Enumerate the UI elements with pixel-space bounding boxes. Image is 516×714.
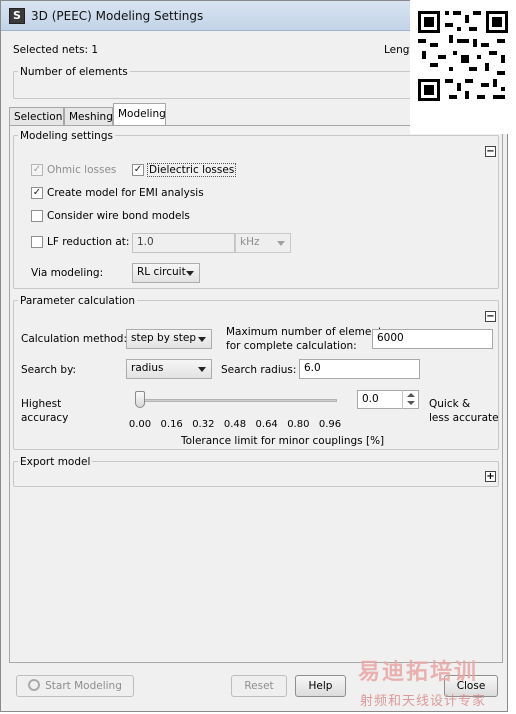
chevron-down-icon xyxy=(186,271,194,276)
start-modeling-button[interactable]: Start Modeling xyxy=(16,675,134,697)
tab-selection-label: Selection xyxy=(14,111,63,123)
highest-accuracy-label-line2: accuracy xyxy=(21,412,69,424)
qr-code-image xyxy=(410,0,516,134)
selected-nets-label: Selected nets: 1 xyxy=(13,44,99,56)
search-by-value: radius xyxy=(131,362,164,374)
collapse-modeling-settings-icon[interactable]: − xyxy=(485,146,496,157)
reset-label: Reset xyxy=(244,680,274,692)
chevron-down-icon xyxy=(198,367,206,372)
tolerance-value: 0.0 xyxy=(362,393,379,405)
via-modeling-select[interactable]: RL circuit xyxy=(132,263,200,283)
emi-model-checkbox[interactable]: ✓ xyxy=(31,187,43,199)
highest-accuracy-label-line1: Highest xyxy=(21,398,62,410)
start-modeling-label: Start Modeling xyxy=(45,680,122,692)
expand-export-model-icon[interactable]: + xyxy=(485,471,496,482)
help-button[interactable]: Help xyxy=(295,675,346,697)
tab-meshing[interactable]: Meshing xyxy=(64,107,113,126)
lf-reduction-label: LF reduction at: xyxy=(47,236,130,248)
parameter-calculation-title: Parameter calculation xyxy=(18,295,137,307)
search-radius-label: Search radius: xyxy=(221,364,297,376)
export-model-title: Export model xyxy=(18,456,93,468)
tab-meshing-label: Meshing xyxy=(69,111,113,123)
wire-bond-label: Consider wire bond models xyxy=(47,210,190,222)
qr-code-graphic xyxy=(415,8,511,104)
slider-tick-label: 0.96 xyxy=(318,419,342,430)
tolerance-slider-track[interactable] xyxy=(135,399,337,402)
via-modeling-value: RL circuit xyxy=(137,266,186,278)
quick-label-line1: Quick & xyxy=(429,398,471,410)
window-title: 3D (PEEC) Modeling Settings xyxy=(31,9,204,23)
lf-reduction-unit-select[interactable]: kHz xyxy=(235,233,291,253)
emi-model-label: Create model for EMI analysis xyxy=(47,187,204,199)
slider-caption: Tolerance limit for minor couplings [%] xyxy=(181,435,385,447)
number-of-elements-label: Number of elements xyxy=(18,66,130,78)
spinner-down-icon[interactable] xyxy=(407,401,415,405)
slider-tick-label: 0.80 xyxy=(287,419,310,430)
lf-reduction-value-input[interactable]: 1.0 xyxy=(132,233,235,253)
tab-selection[interactable]: Selection xyxy=(9,107,64,126)
search-by-label: Search by: xyxy=(21,364,77,376)
slider-tick-label: 0.00 xyxy=(128,419,152,430)
calculation-method-select[interactable]: step by step xyxy=(126,329,212,349)
spinner-up-icon[interactable] xyxy=(407,393,415,397)
max-elements-label-line2: for complete calculation: xyxy=(226,340,357,352)
dielectric-losses-checkbox[interactable]: ✓ xyxy=(132,164,144,176)
watermark-title: 易迪拓培训 xyxy=(358,660,479,685)
via-modeling-label: Via modeling: xyxy=(31,267,104,279)
search-radius-input[interactable]: 6.0 xyxy=(299,359,420,379)
lf-reduction-checkbox[interactable] xyxy=(31,236,43,248)
reset-button[interactable]: Reset xyxy=(231,675,287,697)
tab-modeling[interactable]: Modeling xyxy=(113,103,166,127)
chevron-down-icon xyxy=(198,337,206,342)
quick-label-line2: less accurate xyxy=(429,412,499,424)
wire-bond-checkbox[interactable] xyxy=(31,210,43,222)
app-icon: S xyxy=(9,8,25,24)
tab-modeling-label: Modeling xyxy=(118,108,166,120)
calculation-method-label: Calculation method: xyxy=(21,333,127,345)
slider-tick-label: 0.32 xyxy=(192,419,215,430)
ohmic-losses-checkbox[interactable]: ✓ xyxy=(31,164,43,176)
slider-tick-label: 0.64 xyxy=(255,419,278,430)
max-elements-label-line1: Maximum number of elements xyxy=(226,326,388,338)
ohmic-losses-label: Ohmic losses xyxy=(47,164,117,176)
slider-tick-label: 0.16 xyxy=(160,419,183,430)
slider-tick-label: 0.48 xyxy=(223,419,247,430)
lf-reduction-unit-value: kHz xyxy=(240,236,260,248)
collapse-parameter-calculation-icon[interactable]: − xyxy=(485,311,496,322)
modeling-settings-title: Modeling settings xyxy=(18,130,115,142)
help-label: Help xyxy=(308,680,333,692)
dielectric-losses-label: Dielectric losses xyxy=(147,163,237,177)
start-modeling-icon xyxy=(28,679,41,691)
max-elements-input[interactable]: 6000 xyxy=(372,329,493,349)
watermark-subtitle: 射频和天线设计专家 xyxy=(360,694,487,709)
export-model-group: Export model xyxy=(13,456,499,487)
calculation-method-value: step by step xyxy=(131,332,196,344)
tolerance-spinner[interactable] xyxy=(402,390,418,409)
chevron-down-icon xyxy=(277,241,285,246)
tolerance-slider-handle[interactable] xyxy=(135,391,145,408)
search-by-select[interactable]: radius xyxy=(126,359,212,379)
